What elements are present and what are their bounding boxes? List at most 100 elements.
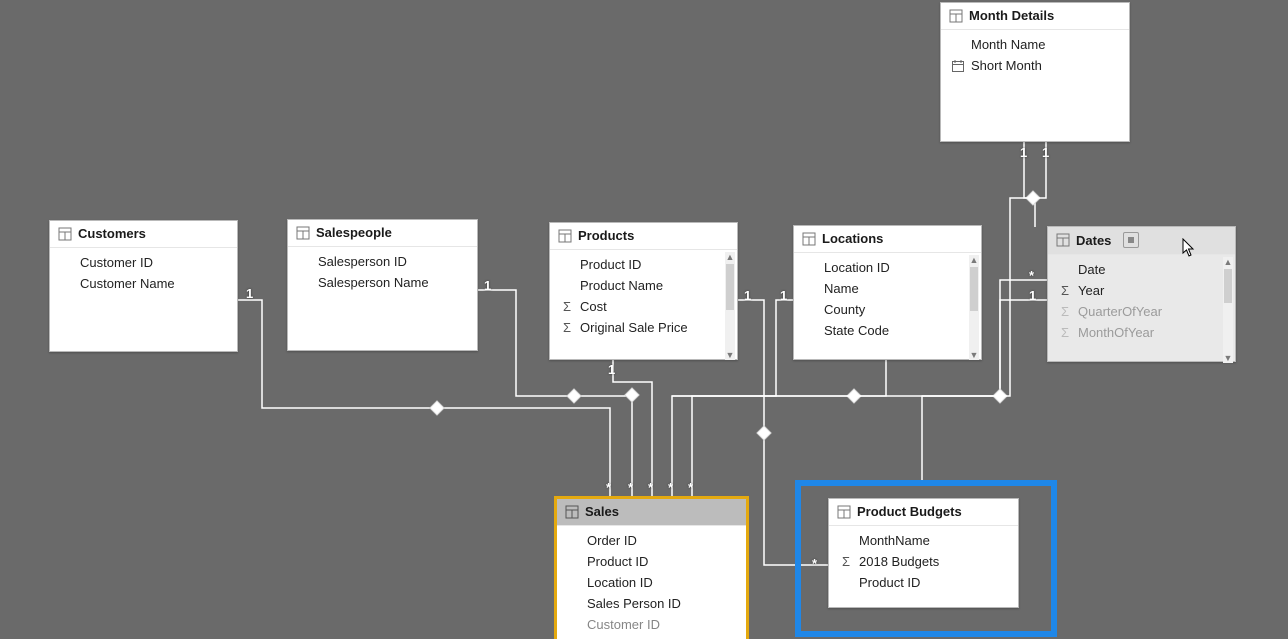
- field-row[interactable]: ΣMonthOfYear: [1048, 322, 1235, 343]
- table-icon: [558, 229, 572, 243]
- table-sales[interactable]: Sales Order ID Product ID Location ID Sa…: [556, 498, 747, 639]
- field-row[interactable]: MonthName: [829, 530, 1018, 551]
- table-products[interactable]: Products Product ID Product Name ΣCost Σ…: [549, 222, 738, 360]
- calendar-icon: [951, 59, 965, 73]
- table-header[interactable]: Dates: [1048, 227, 1235, 255]
- sigma-icon: Σ: [560, 321, 574, 335]
- field-label: Customer ID: [587, 617, 660, 632]
- field-row[interactable]: Σ Original Sale Price: [550, 317, 737, 338]
- field-row[interactable]: Salesperson ID: [288, 251, 477, 272]
- scrollbar[interactable]: ▲ ▼: [969, 255, 979, 360]
- field-label: Location ID: [587, 575, 653, 590]
- table-title: Locations: [822, 231, 883, 246]
- table-header[interactable]: Product Budgets: [829, 499, 1018, 526]
- field-label: Product Name: [580, 278, 663, 293]
- table-header[interactable]: Month Details: [941, 3, 1129, 30]
- table-header[interactable]: Sales: [557, 499, 746, 526]
- field-label: Customer ID: [80, 255, 153, 270]
- field-row[interactable]: Short Month: [941, 55, 1129, 76]
- scrollbar-thumb[interactable]: [970, 267, 978, 311]
- table-header[interactable]: Products: [550, 223, 737, 250]
- field-row[interactable]: Σ Year: [1048, 280, 1235, 301]
- table-product-budgets[interactable]: Product Budgets MonthName Σ2018 Budgets …: [828, 498, 1019, 608]
- table-month-details[interactable]: Month Details Month Name Short Month: [940, 2, 1130, 142]
- field-label: Salesperson ID: [318, 254, 407, 269]
- table-icon: [949, 9, 963, 23]
- table-header[interactable]: Salespeople: [288, 220, 477, 247]
- field-label: Cost: [580, 299, 607, 314]
- cardinality-one: 1: [1020, 145, 1027, 160]
- field-label: Short Month: [971, 58, 1042, 73]
- field-row[interactable]: Σ2018 Budgets: [829, 551, 1018, 572]
- field-row[interactable]: Month Name: [941, 34, 1129, 55]
- field-label: Product ID: [587, 554, 648, 569]
- table-title: Customers: [78, 226, 146, 241]
- field-row[interactable]: Product ID: [550, 254, 737, 275]
- field-row[interactable]: Location ID: [557, 572, 746, 593]
- field-row[interactable]: State Code: [794, 320, 981, 341]
- date-table-badge-icon: [1123, 232, 1139, 248]
- table-icon: [837, 505, 851, 519]
- table-header[interactable]: Locations: [794, 226, 981, 253]
- model-canvas[interactable]: { "tables": { "month_details": { "title"…: [0, 0, 1288, 639]
- cardinality-one: 1: [1029, 288, 1036, 303]
- field-row[interactable]: Customer Name: [50, 273, 237, 294]
- scroll-down-icon[interactable]: ▼: [725, 350, 735, 360]
- field-label: QuarterOfYear: [1078, 304, 1162, 319]
- field-row[interactable]: ΣCost: [550, 296, 737, 317]
- scroll-down-icon[interactable]: ▼: [1223, 353, 1233, 363]
- sigma-icon: Σ: [1058, 284, 1072, 298]
- field-row[interactable]: Customer ID: [50, 252, 237, 273]
- table-title: Month Details: [969, 8, 1054, 23]
- scrollbar[interactable]: ▲ ▼: [1223, 257, 1233, 363]
- table-header[interactable]: Customers: [50, 221, 237, 248]
- field-row[interactable]: Date: [1048, 259, 1235, 280]
- table-title: Products: [578, 228, 634, 243]
- field-label: Year: [1078, 283, 1104, 298]
- field-row[interactable]: Product ID: [557, 551, 746, 572]
- scroll-up-icon[interactable]: ▲: [725, 252, 735, 262]
- scrollbar-thumb[interactable]: [1224, 269, 1232, 303]
- cardinality-one: 1: [246, 286, 253, 301]
- table-locations[interactable]: Locations Location ID Name County State …: [793, 225, 982, 360]
- field-label: Salesperson Name: [318, 275, 429, 290]
- field-row[interactable]: Location ID: [794, 257, 981, 278]
- field-row[interactable]: ΣQuarterOfYear: [1048, 301, 1235, 322]
- field-label: Date: [1078, 262, 1105, 277]
- table-title: Sales: [585, 504, 619, 519]
- scrollbar-thumb[interactable]: [726, 264, 734, 310]
- scroll-up-icon[interactable]: ▲: [969, 255, 979, 265]
- field-label: Order ID: [587, 533, 637, 548]
- field-label: Product ID: [859, 575, 920, 590]
- table-title: Dates: [1076, 233, 1111, 248]
- sigma-icon: Σ: [839, 555, 853, 569]
- field-label: Original Sale Price: [580, 320, 688, 335]
- table-icon: [565, 505, 579, 519]
- table-title: Product Budgets: [857, 504, 962, 519]
- table-icon: [58, 227, 72, 241]
- scroll-down-icon[interactable]: ▼: [969, 350, 979, 360]
- field-row[interactable]: Order ID: [557, 530, 746, 551]
- table-customers[interactable]: Customers Customer ID Customer Name: [49, 220, 238, 352]
- field-row[interactable]: Customer ID: [557, 614, 746, 635]
- field-row[interactable]: County: [794, 299, 981, 320]
- table-salespeople[interactable]: Salespeople Salesperson ID Salesperson N…: [287, 219, 478, 351]
- field-row[interactable]: Sales Person ID: [557, 593, 746, 614]
- scroll-up-icon[interactable]: ▲: [1223, 257, 1233, 267]
- cardinality-many: *: [648, 480, 653, 495]
- field-row[interactable]: Product Name: [550, 275, 737, 296]
- mouse-cursor-icon: [1182, 238, 1196, 258]
- table-dates[interactable]: Dates Date Σ Year ΣQuarterOfYear ΣMonthOf…: [1047, 226, 1236, 362]
- field-row[interactable]: Salesperson Name: [288, 272, 477, 293]
- scrollbar[interactable]: ▲ ▼: [725, 252, 735, 360]
- field-label: Product ID: [580, 257, 641, 272]
- field-row[interactable]: Name: [794, 278, 981, 299]
- table-icon: [802, 232, 816, 246]
- table-icon: [1056, 233, 1070, 247]
- blank-icon: [951, 38, 965, 52]
- cardinality-one: 1: [484, 278, 491, 293]
- cardinality-one: 1: [608, 362, 615, 377]
- field-row[interactable]: Product ID: [829, 572, 1018, 593]
- field-label: MonthName: [859, 533, 930, 548]
- field-label: Name: [824, 281, 859, 296]
